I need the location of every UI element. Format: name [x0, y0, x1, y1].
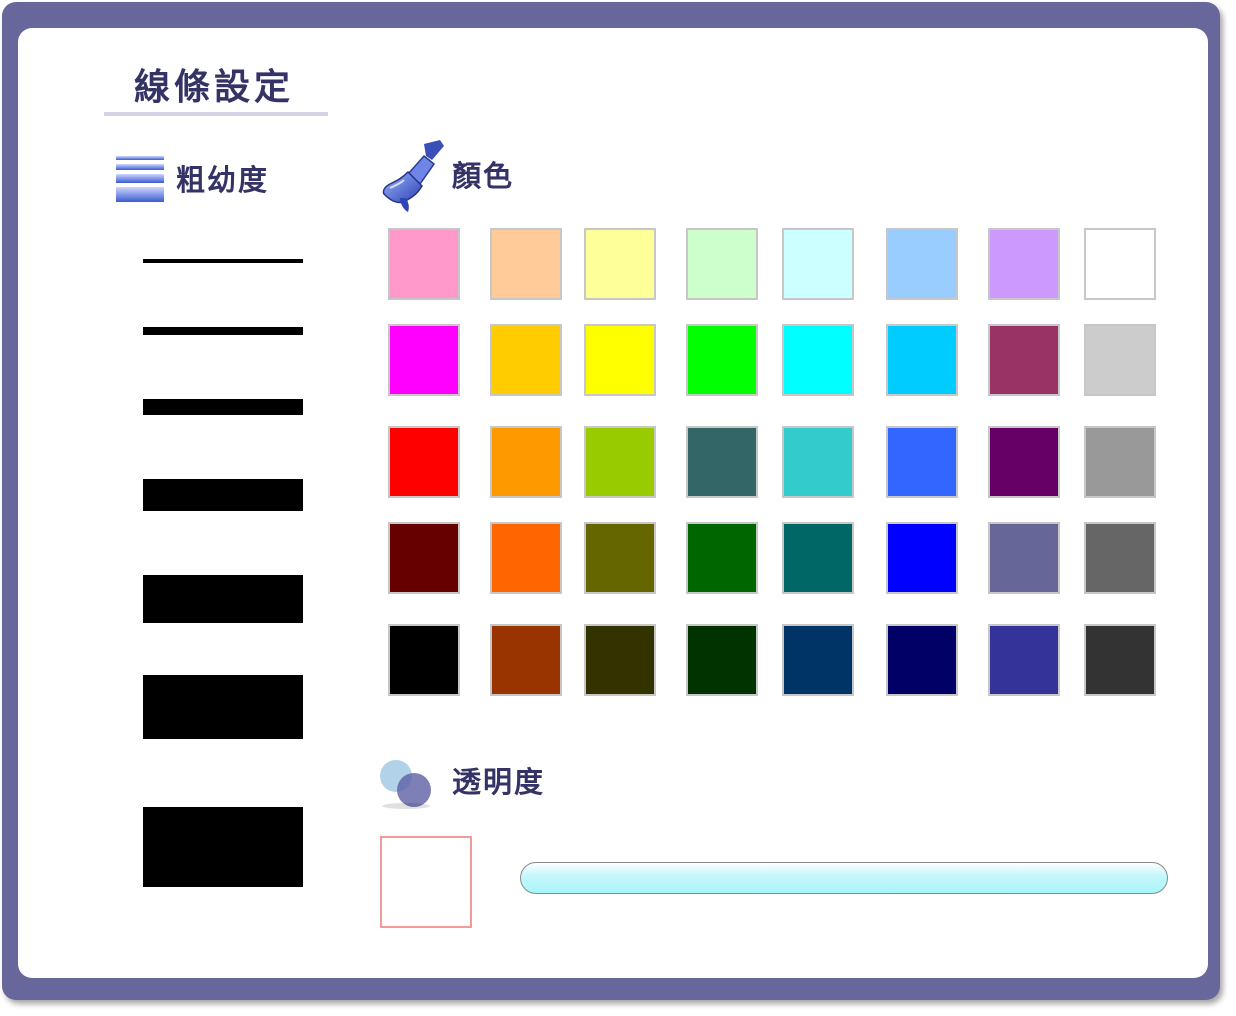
- opacity-slider[interactable]: [520, 862, 1168, 894]
- thickness-option-4[interactable]: [143, 479, 303, 511]
- color-swatch[interactable]: [584, 624, 656, 696]
- color-swatch[interactable]: [1084, 522, 1156, 594]
- thickness-option-6[interactable]: [143, 675, 303, 739]
- color-swatch[interactable]: [886, 228, 958, 300]
- opacity-preview-swatch: [380, 836, 472, 928]
- color-swatch[interactable]: [686, 426, 758, 498]
- color-swatch[interactable]: [584, 426, 656, 498]
- color-swatch[interactable]: [1084, 624, 1156, 696]
- color-swatch[interactable]: [686, 324, 758, 396]
- color-swatch[interactable]: [388, 624, 460, 696]
- color-swatch[interactable]: [988, 324, 1060, 396]
- thickness-option-7[interactable]: [143, 807, 303, 887]
- title-underline: [104, 112, 328, 116]
- color-swatch[interactable]: [1084, 426, 1156, 498]
- color-label: 顏色: [452, 159, 515, 193]
- color-swatch[interactable]: [782, 624, 854, 696]
- color-swatch[interactable]: [490, 324, 562, 396]
- color-swatch[interactable]: [490, 522, 562, 594]
- color-swatch[interactable]: [686, 228, 758, 300]
- color-swatch[interactable]: [686, 624, 758, 696]
- color-swatch[interactable]: [988, 624, 1060, 696]
- color-swatch[interactable]: [388, 228, 460, 300]
- color-swatch[interactable]: [1084, 324, 1156, 396]
- dialog-title: 線條設定: [134, 67, 295, 108]
- thickness-label: 粗幼度: [176, 163, 270, 197]
- color-swatch[interactable]: [886, 624, 958, 696]
- color-swatch[interactable]: [782, 324, 854, 396]
- paintbrush-icon: [382, 140, 444, 212]
- color-swatch[interactable]: [988, 228, 1060, 300]
- color-swatch[interactable]: [584, 324, 656, 396]
- color-swatch[interactable]: [782, 522, 854, 594]
- color-swatch[interactable]: [988, 522, 1060, 594]
- color-swatch[interactable]: [490, 426, 562, 498]
- color-swatch[interactable]: [1084, 228, 1156, 300]
- color-swatch[interactable]: [388, 426, 460, 498]
- color-swatch[interactable]: [886, 324, 958, 396]
- thickness-option-5[interactable]: [143, 575, 303, 623]
- color-swatch[interactable]: [388, 324, 460, 396]
- line-thickness-icon: [116, 156, 164, 202]
- color-swatch[interactable]: [686, 522, 758, 594]
- color-swatch[interactable]: [584, 522, 656, 594]
- color-swatch[interactable]: [584, 228, 656, 300]
- overlapping-circles-icon: [380, 760, 431, 809]
- opacity-label: 透明度: [452, 765, 546, 799]
- color-swatch[interactable]: [886, 522, 958, 594]
- thickness-option-3[interactable]: [143, 399, 303, 415]
- thickness-option-1[interactable]: [143, 259, 303, 263]
- color-swatch[interactable]: [988, 426, 1060, 498]
- color-swatch[interactable]: [388, 522, 460, 594]
- color-swatch[interactable]: [782, 228, 854, 300]
- color-swatch[interactable]: [886, 426, 958, 498]
- color-swatch[interactable]: [490, 228, 562, 300]
- thickness-option-2[interactable]: [143, 327, 303, 335]
- color-swatch[interactable]: [782, 426, 854, 498]
- color-swatch[interactable]: [490, 624, 562, 696]
